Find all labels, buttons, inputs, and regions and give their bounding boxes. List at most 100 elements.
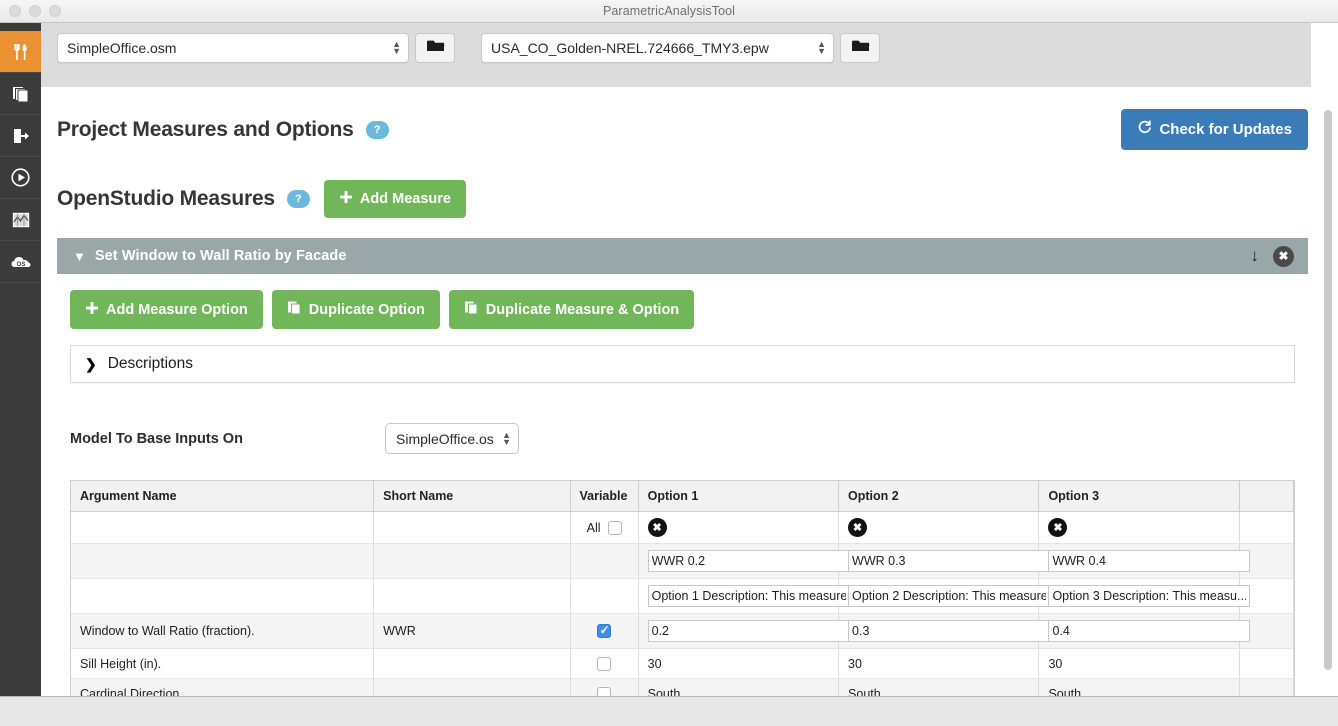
variable-checkbox[interactable] [597, 624, 611, 638]
col-option-3: Option 3 [1039, 481, 1239, 512]
option-1-value-input[interactable] [648, 620, 850, 642]
chevron-down-icon[interactable]: ▼ [73, 249, 86, 264]
duplicate-option-label: Duplicate Option [309, 302, 425, 318]
table-header-row: Argument Name Short Name Variable Option… [71, 481, 1294, 512]
duplicate-measure-and-option-label: Duplicate Measure & Option [486, 302, 679, 318]
duplicate-option-button[interactable]: Duplicate Option [272, 290, 440, 329]
openstudio-help-icon[interactable]: ? [287, 190, 310, 208]
measure-panel-header[interactable]: ▼ Set Window to Wall Ratio by Facade ↓ ✖ [57, 238, 1308, 274]
model-base-row: Model To Base Inputs On SimpleOffice.osm… [70, 423, 1308, 454]
chevron-right-icon[interactable]: ❯ [85, 356, 97, 373]
sidebar-item-export[interactable] [0, 115, 41, 157]
option-2-description-cell [839, 579, 1039, 614]
option-3-name-input[interactable] [1048, 550, 1250, 572]
option-1-value-cell[interactable]: South [638, 679, 838, 697]
app-window: ParametricAnalysisTool [0, 0, 1338, 726]
project-measures-heading-row: Project Measures and Options ? Check for… [57, 109, 1308, 150]
option-2-value-cell[interactable]: 30 [839, 649, 1039, 679]
remove-option-1-cell: ✖ [638, 512, 838, 544]
short-name-cell[interactable] [374, 649, 570, 679]
all-variable-checkbox[interactable] [608, 521, 622, 535]
table-row[interactable]: Window to Wall Ratio (fraction). WWR [71, 614, 1294, 649]
option-1-name-input[interactable] [648, 550, 850, 572]
check-for-updates-button[interactable]: Check for Updates [1121, 109, 1308, 150]
variable-checkbox[interactable] [597, 657, 611, 671]
option-3-description-input[interactable] [1048, 585, 1250, 607]
all-label: All [587, 521, 601, 535]
remove-option-3-button[interactable]: ✖ [1048, 518, 1067, 537]
plus-icon [339, 190, 353, 208]
table-row[interactable]: Cardinal Direction. South South South [71, 679, 1294, 697]
sidebar-item-run[interactable] [0, 157, 41, 199]
weather-select[interactable]: USA_CO_Golden-NREL.724666_TMY3.epw [481, 33, 834, 63]
model-base-label: Model To Base Inputs On [70, 431, 385, 447]
col-variable: Variable [570, 481, 638, 512]
option-2-value-cell[interactable]: South [839, 679, 1039, 697]
open-model-folder-button[interactable] [415, 33, 455, 63]
option-2-description-input[interactable] [848, 585, 1050, 607]
empty-cell [71, 512, 374, 544]
remove-option-3-cell: ✖ [1039, 512, 1239, 544]
variable-checkbox[interactable] [597, 687, 611, 696]
open-weather-folder-button[interactable] [840, 33, 880, 63]
folder-icon [426, 38, 445, 58]
content-padding: Project Measures and Options ? Check for… [41, 109, 1338, 696]
empty-cell [374, 512, 570, 544]
descriptions-label: Descriptions [108, 355, 193, 373]
empty-cell [71, 579, 374, 614]
page-title: Project Measures and Options [57, 118, 354, 142]
add-measure-button[interactable]: Add Measure [324, 180, 466, 218]
copy-icon [464, 300, 479, 319]
argument-name-cell: Sill Height (in). [71, 649, 374, 679]
add-measure-option-button[interactable]: Add Measure Option [70, 290, 263, 329]
option-name-row [71, 544, 1294, 579]
table-row[interactable]: Sill Height (in). 30 30 30 [71, 649, 1294, 679]
option-description-row [71, 579, 1294, 614]
argument-name-cell: Cardinal Direction. [71, 679, 374, 697]
option-1-description-input[interactable] [648, 585, 850, 607]
option-1-value-cell [638, 614, 838, 649]
duplicate-measure-and-option-button[interactable]: Duplicate Measure & Option [449, 290, 694, 329]
model-select[interactable]: SimpleOffice.osm [57, 33, 409, 63]
option-2-name-input[interactable] [848, 550, 1050, 572]
option-3-value-cell[interactable]: 30 [1039, 649, 1239, 679]
sidebar-item-results[interactable] [0, 199, 41, 241]
remove-measure-button[interactable]: ✖ [1273, 246, 1294, 267]
empty-cell [1239, 649, 1293, 679]
model-base-select[interactable]: SimpleOffice.osm [385, 423, 519, 454]
remove-option-1-button[interactable]: ✖ [648, 518, 667, 537]
option-remove-row: All ✖ ✖ [71, 512, 1294, 544]
sidebar-filler [0, 283, 41, 696]
variable-cell [570, 649, 638, 679]
check-for-updates-label: Check for Updates [1159, 121, 1292, 138]
sidebar-item-duplicate[interactable] [0, 73, 41, 115]
short-name-cell[interactable] [374, 679, 570, 697]
option-1-value-cell[interactable]: 30 [638, 649, 838, 679]
remove-option-2-button[interactable]: ✖ [848, 518, 867, 537]
table-head: Argument Name Short Name Variable Option… [71, 481, 1294, 512]
vertical-scrollbar[interactable] [1324, 110, 1332, 670]
file-selector-bar: SimpleOffice.osm ▲▼ [41, 23, 1311, 87]
col-argument-name: Argument Name [71, 481, 374, 512]
option-2-name-cell [839, 544, 1039, 579]
option-3-value-input[interactable] [1048, 620, 1250, 642]
move-down-icon[interactable]: ↓ [1251, 246, 1260, 266]
empty-cell [570, 544, 638, 579]
table-body: All ✖ ✖ [71, 512, 1294, 697]
weather-selector-group: USA_CO_Golden-NREL.724666_TMY3.epw ▲▼ [481, 33, 880, 63]
sidebar-item-cloud[interactable]: OS [0, 241, 41, 283]
window-title: ParametricAnalysisTool [0, 4, 1338, 18]
sidebar-top-spacer [0, 23, 41, 31]
title-bar: ParametricAnalysisTool [0, 0, 1338, 23]
descriptions-section[interactable]: ❯ Descriptions [70, 345, 1295, 383]
option-3-value-cell[interactable]: South [1039, 679, 1239, 697]
play-icon [10, 167, 31, 188]
model-select-wrap: SimpleOffice.osm ▲▼ [57, 33, 409, 63]
sidebar-item-measures[interactable] [0, 31, 41, 73]
short-name-cell[interactable]: WWR [374, 614, 570, 649]
chart-icon [11, 210, 31, 230]
status-bar [0, 696, 1338, 726]
all-variable-cell: All [570, 512, 638, 544]
option-2-value-input[interactable] [848, 620, 1050, 642]
project-help-icon[interactable]: ? [366, 121, 389, 139]
